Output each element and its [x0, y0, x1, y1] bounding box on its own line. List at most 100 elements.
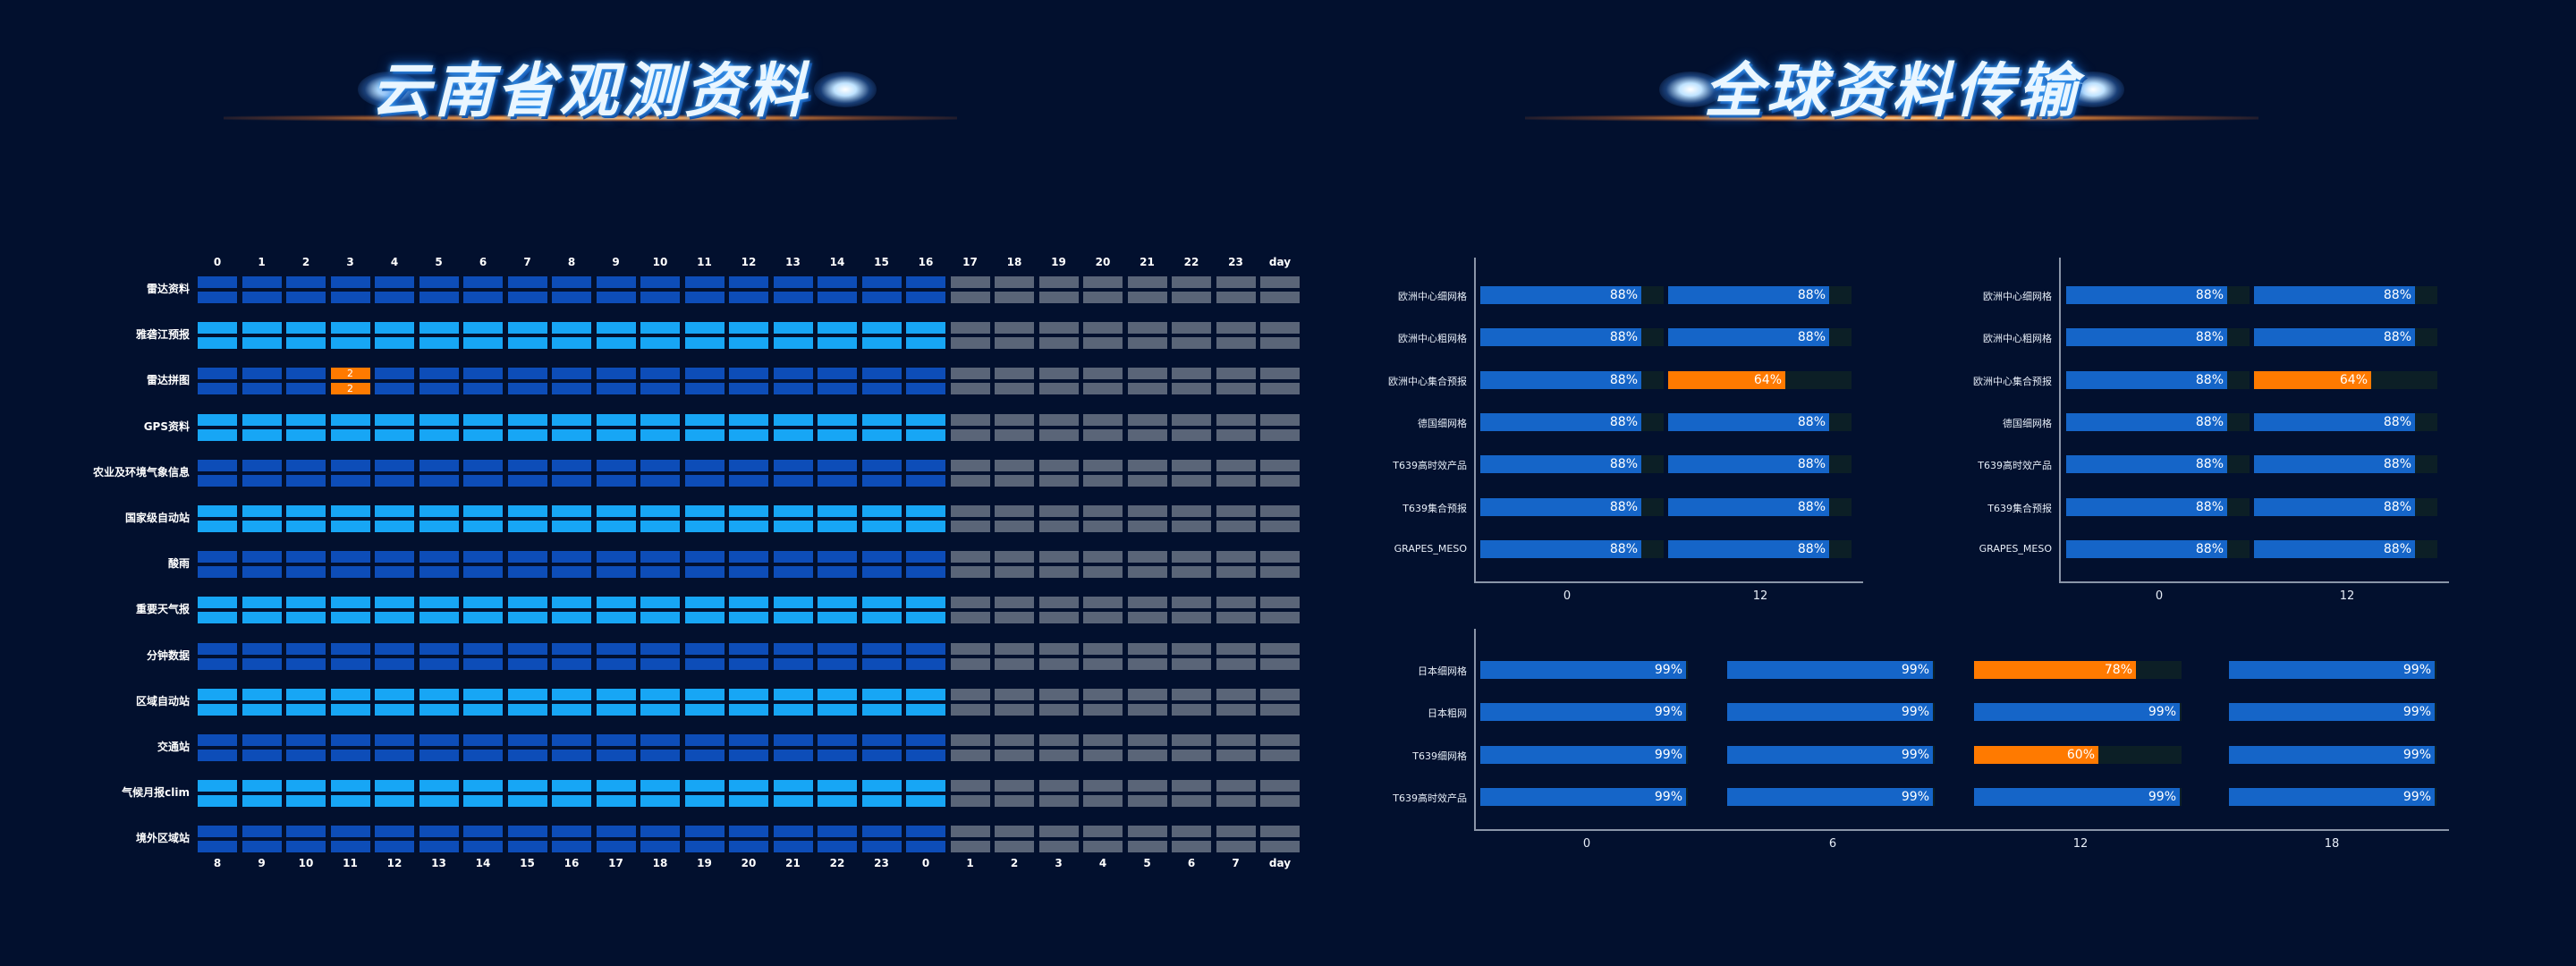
grid-cell-lower: [1038, 750, 1079, 761]
grid-cell-lower: [507, 474, 547, 487]
grid-cell-upper: [286, 688, 326, 700]
grid-cell-upper: [596, 368, 636, 380]
grid-cell-lower: [729, 337, 768, 350]
bar-track: 99%: [1727, 787, 1935, 806]
grid-cell-upper: [463, 276, 503, 288]
grid-top-column-label: 17: [962, 256, 978, 268]
grid-cell-upper: [242, 826, 282, 838]
grid-cell-upper: [1172, 734, 1211, 746]
grid-cell-upper: [419, 642, 459, 655]
grid-cell-upper: [463, 642, 503, 655]
grid-cell-upper: [463, 322, 503, 335]
bar-value-label: 88%: [1609, 457, 1638, 472]
grid-cell-lower: [330, 750, 370, 761]
bar-value-label: 88%: [1797, 288, 1826, 302]
grid-cell-lower: [729, 750, 768, 761]
grid-cell-lower: [684, 795, 724, 808]
grid-cell-upper: [507, 597, 547, 609]
grid-cell-upper: [684, 597, 724, 609]
grid-cell-upper: [596, 597, 636, 609]
bar-value-label: 88%: [2195, 372, 2224, 387]
grid-cell-upper: [773, 642, 813, 655]
grid-cell-lower: [419, 795, 459, 808]
grid-cell-upper: [818, 459, 857, 471]
bar-value-label: 88%: [2195, 414, 2224, 429]
grid-cell-upper: [1038, 688, 1079, 700]
bar-value-label: 99%: [1901, 747, 1929, 762]
grid-cell-lower: [286, 474, 326, 487]
grid-cell-lower: [375, 292, 414, 303]
grid-cell-upper: [818, 276, 857, 288]
grid-bottom-column-label: 4: [1098, 857, 1107, 869]
grid-top-column-label: 2: [301, 256, 310, 268]
grid-cell-upper: [729, 597, 768, 609]
grid-cell-lower: [242, 750, 282, 761]
grid-cell-upper: [419, 826, 459, 838]
grid-cell-lower: [596, 566, 636, 579]
grid-cell-lower: [507, 566, 547, 579]
grid-cell-upper: [906, 688, 945, 700]
grid-cell-upper: [242, 642, 282, 655]
grid-cell-lower: [596, 795, 636, 808]
bar-value-label: 88%: [2195, 288, 2224, 302]
grid-cell-upper: [818, 322, 857, 335]
grid-bottom-column-label: 13: [431, 857, 446, 869]
grid-cell-lower: [1127, 337, 1167, 350]
grid-cell-upper: [375, 826, 414, 838]
grid-cell-upper: [242, 322, 282, 335]
grid-cell-upper: [995, 459, 1034, 471]
grid-cell-upper: [507, 826, 547, 838]
grid-cell-upper: [1216, 276, 1256, 288]
grid-cell-lower: [463, 703, 503, 716]
bar-track: 88%: [2254, 455, 2437, 474]
grid-row-label: 交通站: [157, 741, 190, 753]
grid-cell-lower: [1127, 292, 1167, 303]
grid-bottom-column-label: day: [1268, 857, 1292, 869]
bar-value-label: 99%: [1901, 789, 1929, 804]
grid-cell-lower: [1216, 474, 1256, 487]
grid-cell-lower: [198, 521, 237, 532]
grid-cell-upper: [1216, 826, 1256, 838]
grid-cell-lower: [596, 703, 636, 716]
grid-cell-lower: [552, 795, 591, 808]
bar-value-label: 99%: [2402, 663, 2431, 677]
grid-cell-upper: [1127, 688, 1167, 700]
grid-cell-upper: [1172, 505, 1211, 517]
panel-category-label: GRAPES_MESO: [1394, 542, 1467, 555]
grid-cell-lower: [463, 750, 503, 761]
bar-track: 88%: [2066, 328, 2250, 347]
grid-cell-lower: [419, 474, 459, 487]
grid-cell-upper: [596, 734, 636, 746]
grid-cell-lower: [950, 521, 990, 532]
grid-cell-lower: [950, 292, 990, 303]
grid-cell-lower: [1083, 566, 1123, 579]
grid-cell-lower: [1083, 841, 1123, 853]
grid-bottom-column-label: 3: [1055, 857, 1063, 869]
panel-x-tick-label: 0: [1563, 589, 1572, 603]
bar-track: 64%: [1668, 370, 1852, 389]
bar-track: 88%: [1668, 286, 1852, 304]
grid-cell-lower: [1172, 566, 1211, 579]
bar-value-label: 88%: [1609, 499, 1638, 514]
grid-cell-lower: [906, 703, 945, 716]
grid-cell-upper: [507, 505, 547, 517]
grid-cell-lower: [818, 703, 857, 716]
grid-cell-upper: [463, 597, 503, 609]
grid-cell-upper: [198, 734, 237, 746]
grid-cell-alert-value: 2: [347, 368, 353, 380]
grid-cell-lower: [861, 521, 902, 532]
grid-cell-upper: [684, 413, 724, 426]
grid-cell-lower: [640, 383, 680, 395]
grid-cell-lower: [1172, 383, 1211, 395]
grid-cell-lower: [596, 521, 636, 532]
grid-cell-upper: [375, 780, 414, 792]
grid-cell-lower: [198, 795, 237, 808]
grid-cell-lower: [507, 428, 547, 441]
grid-cell-upper: [552, 551, 591, 564]
grid-cell-lower: [242, 795, 282, 808]
grid-cell-upper: [1216, 734, 1256, 746]
bar-value-label: 88%: [1797, 414, 1826, 429]
grid-cell-lower: [552, 612, 591, 624]
grid-cell-upper: [507, 688, 547, 700]
grid-cell-lower: [995, 521, 1034, 532]
